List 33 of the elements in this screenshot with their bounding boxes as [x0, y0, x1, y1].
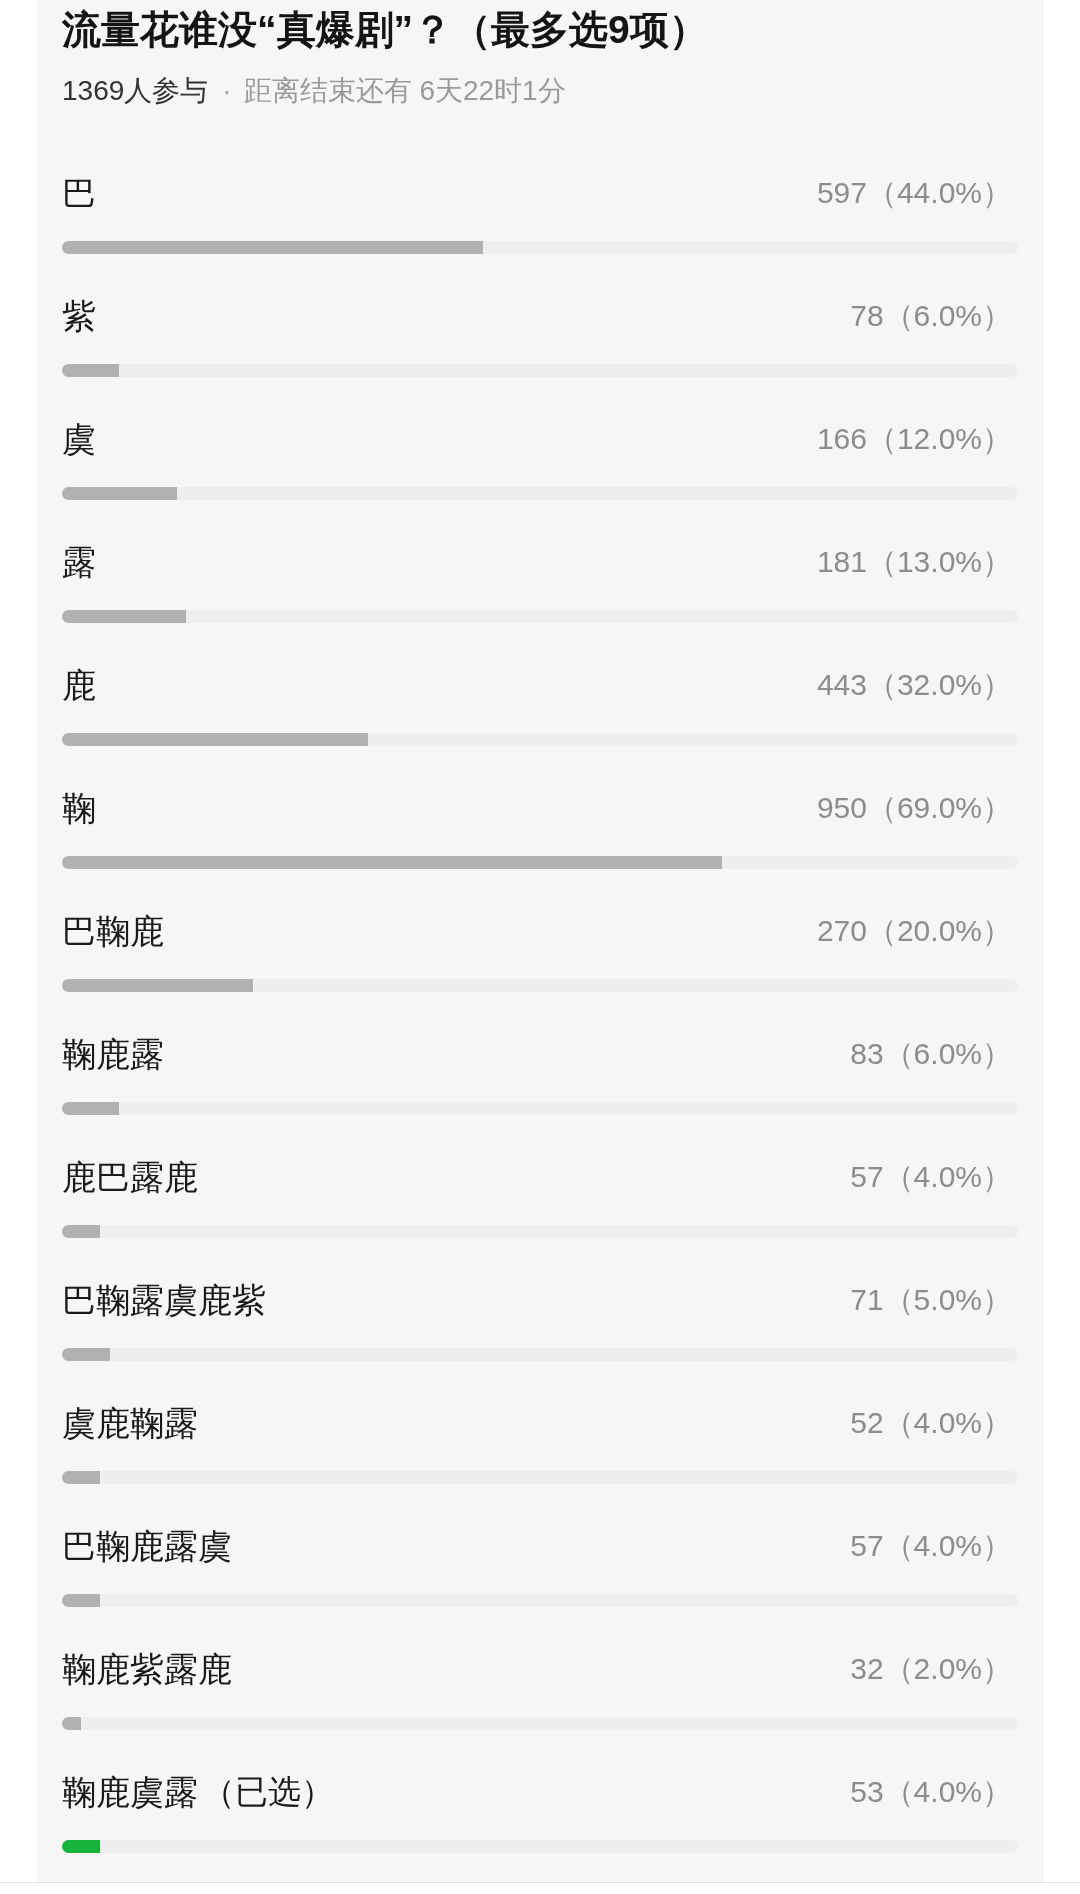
option-label: 鹿巴露鹿	[62, 1157, 198, 1197]
option-label: 巴鞠露虞鹿紫	[62, 1280, 266, 1320]
vote-count: 443（32.0%）	[816, 667, 1012, 703]
vote-count: 71（5.0%）	[850, 1282, 1012, 1318]
option-label: 虞	[62, 419, 96, 459]
option-label: 紫	[62, 296, 96, 336]
vote-count: 950（69.0%）	[816, 790, 1012, 826]
option-label: 巴	[62, 173, 96, 213]
option-label: 鞠鹿虞露	[62, 1772, 198, 1812]
option-label: 巴鞠鹿	[62, 911, 164, 951]
participant-count: 1369人参与	[62, 75, 209, 107]
vote-count: 181（13.0%）	[816, 544, 1012, 580]
countdown-text: 距离结束还有 6天22时1分	[243, 75, 566, 107]
option-label: 鹿	[62, 665, 96, 705]
option-label: 露	[62, 542, 96, 582]
vote-count: 597（44.0%）	[816, 175, 1012, 211]
vote-count: 78（6.0%）	[850, 298, 1012, 334]
option-label: 鞠鹿露	[62, 1034, 164, 1074]
vote-count: 166（12.0%）	[816, 421, 1012, 457]
vote-count: 32（2.0%）	[850, 1651, 1012, 1687]
separator-dot: ·	[222, 75, 232, 107]
selected-tag: （已选）	[202, 1772, 334, 1812]
option-label: 虞鹿鞠露	[62, 1403, 198, 1443]
option-label: 巴鞠鹿露虞	[62, 1526, 232, 1566]
vote-count: 57（4.0%）	[850, 1159, 1012, 1195]
option-label: 鞠鹿紫露鹿	[62, 1649, 232, 1689]
vote-count: 53（4.0%）	[850, 1774, 1012, 1810]
vote-count: 57（4.0%）	[850, 1528, 1012, 1564]
option-label: 鞠	[62, 788, 96, 828]
vote-count: 52（4.0%）	[850, 1405, 1012, 1441]
poll-title: 流量花谁没“真爆剧”？（最多选9项）	[62, 8, 709, 52]
vote-count: 83（6.0%）	[850, 1036, 1012, 1072]
vote-count: 270（20.0%）	[816, 913, 1012, 949]
